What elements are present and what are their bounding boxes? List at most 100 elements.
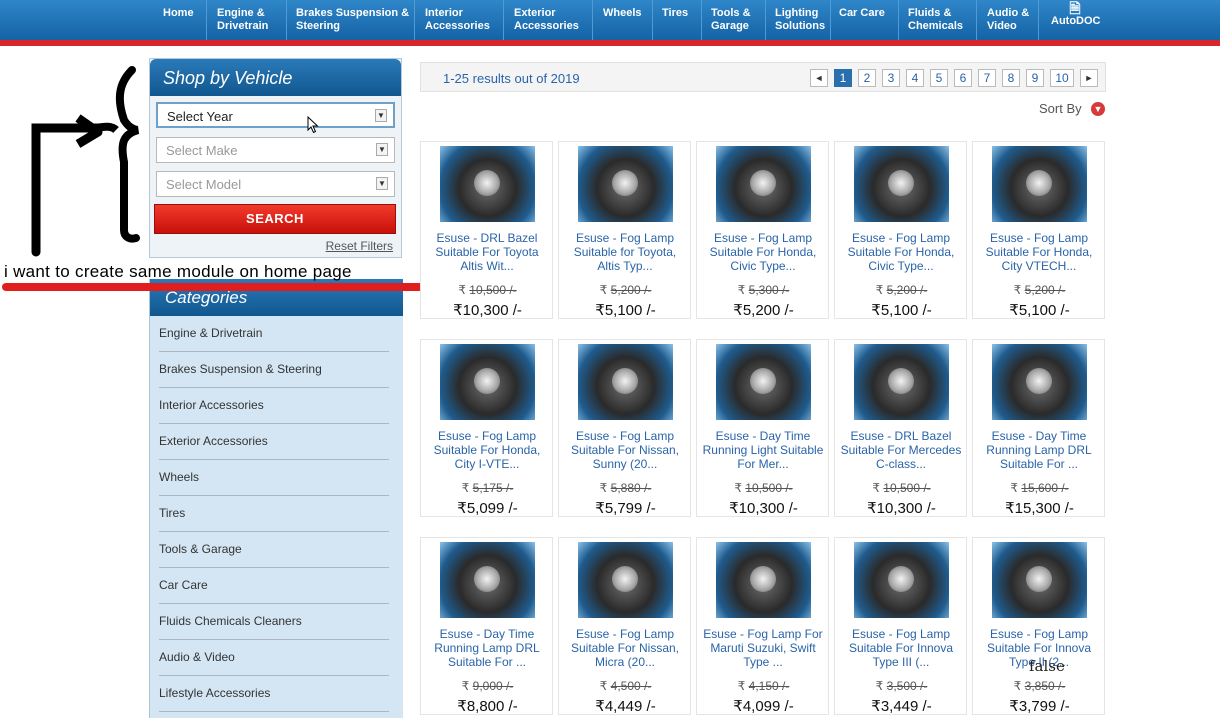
product-image[interactable] xyxy=(854,542,949,618)
product-card[interactable]: Esuse - Fog Lamp Suitable For Honda, Cit… xyxy=(972,141,1105,319)
nav-wheels[interactable]: Wheels xyxy=(595,0,653,40)
category-item[interactable]: Fluids Chemicals Cleaners xyxy=(159,604,389,640)
product-name[interactable]: Esuse - Fog Lamp Suitable For Honda, Cit… xyxy=(425,429,549,471)
product-name[interactable]: Esuse - Day Time Running Lamp DRL Suitab… xyxy=(425,627,549,669)
product-name[interactable]: Esuse - Fog Lamp Suitable For Innova Typ… xyxy=(839,627,963,669)
page-5[interactable]: 5 xyxy=(930,69,948,87)
product-image[interactable] xyxy=(440,542,535,618)
nav-tools[interactable]: Tools & Garage xyxy=(703,0,766,40)
nav-brakes[interactable]: Brakes Suspension & Steering xyxy=(288,0,415,40)
nav-lighting[interactable]: Lighting Solutions xyxy=(767,0,831,40)
page-6[interactable]: 6 xyxy=(954,69,972,87)
category-item[interactable]: Exterior Accessories xyxy=(159,424,389,460)
product-image[interactable] xyxy=(716,344,811,420)
product-name[interactable]: Esuse - Fog Lamp Suitable For Nissan, Su… xyxy=(563,429,687,471)
category-item[interactable]: Car Care xyxy=(159,568,389,604)
product-name[interactable]: Esuse - Fog Lamp For Maruti Suzuki, Swif… xyxy=(701,627,825,669)
product-image[interactable] xyxy=(854,344,949,420)
product-name[interactable]: Esuse - Day Time Running Light Suitable … xyxy=(701,429,825,471)
category-item[interactable]: Tools & Garage xyxy=(159,532,389,568)
category-item[interactable]: Engine & Drivetrain xyxy=(159,316,389,352)
next-page-button[interactable]: ► xyxy=(1080,69,1098,87)
sort-by-label[interactable]: Sort By xyxy=(1039,101,1082,116)
category-item[interactable]: Audio & Video xyxy=(159,640,389,676)
product-new-price: ₹10,300 /- xyxy=(697,499,830,517)
page-10[interactable]: 10 xyxy=(1050,69,1074,87)
chevron-down-icon: ▼ xyxy=(376,143,388,156)
product-image[interactable] xyxy=(992,542,1087,618)
product-card[interactable]: Esuse - Fog Lamp Suitable For Nissan, Su… xyxy=(558,339,691,517)
product-card[interactable]: Esuse - Fog Lamp Suitable For Innova Typ… xyxy=(834,537,967,715)
category-item[interactable]: Wheels xyxy=(159,460,389,496)
product-image[interactable] xyxy=(578,146,673,222)
product-card[interactable]: Esuse - DRL Bazel Suitable For Toyota Al… xyxy=(420,141,553,319)
product-name[interactable]: Esuse - DRL Bazel Suitable For Toyota Al… xyxy=(425,231,549,273)
product-card[interactable]: Esuse - Fog Lamp Suitable for Toyota, Al… xyxy=(558,141,691,319)
rupee-icon: ₹ xyxy=(599,679,608,693)
product-card[interactable]: Esuse - Fog Lamp Suitable For Honda, Civ… xyxy=(696,141,829,319)
page-3[interactable]: 3 xyxy=(882,69,900,87)
product-image[interactable] xyxy=(440,344,535,420)
category-item[interactable]: Brakes Suspension & Steering xyxy=(159,352,389,388)
reset-filters-link[interactable]: Reset Filters xyxy=(326,239,393,253)
rupee-icon: ₹ xyxy=(461,679,470,693)
nav-interior[interactable]: Interior Accessories xyxy=(417,0,504,40)
product-card[interactable]: Esuse - Fog Lamp Suitable For Innova Typ… xyxy=(972,537,1105,715)
category-item[interactable]: Lifestyle Accessories xyxy=(159,676,389,712)
category-item[interactable]: Interior Accessories xyxy=(159,388,389,424)
product-image[interactable] xyxy=(716,146,811,222)
page-8[interactable]: 8 xyxy=(1002,69,1020,87)
product-name[interactable]: Esuse - Fog Lamp Suitable For Honda, Civ… xyxy=(839,231,963,273)
new-price-amount: 4,099 /- xyxy=(742,698,794,715)
nav-audio[interactable]: Audio & Video xyxy=(979,0,1039,40)
old-price-amount: 10,500 /- xyxy=(883,481,931,495)
product-card[interactable]: Esuse - Day Time Running Lamp DRL Suitab… xyxy=(972,339,1105,517)
product-name[interactable]: Esuse - DRL Bazel Suitable For Mercedes … xyxy=(839,429,963,471)
product-name[interactable]: Esuse - Fog Lamp Suitable For Honda, Civ… xyxy=(701,231,825,273)
product-card[interactable]: Esuse - DRL Bazel Suitable For Mercedes … xyxy=(834,339,967,517)
product-card[interactable]: Esuse - Fog Lamp Suitable For Nissan, Mi… xyxy=(558,537,691,715)
page-7[interactable]: 7 xyxy=(978,69,996,87)
page-9[interactable]: 9 xyxy=(1026,69,1044,87)
page-1[interactable]: 1 xyxy=(834,69,852,87)
product-image[interactable] xyxy=(992,344,1087,420)
old-price-amount: 15,600 /- xyxy=(1021,481,1069,495)
product-name[interactable]: Esuse - Fog Lamp Suitable For Nissan, Mi… xyxy=(563,627,687,669)
prev-page-button[interactable]: ◄ xyxy=(810,69,828,87)
nav-fluids[interactable]: Fluids & Chemicals xyxy=(900,0,977,40)
make-select[interactable]: Select Make ▼ xyxy=(156,137,395,163)
product-image[interactable] xyxy=(716,542,811,618)
product-name[interactable]: Esuse - Fog Lamp Suitable for Toyota, Al… xyxy=(563,231,687,273)
rupee-icon: ₹ xyxy=(599,481,608,495)
page-2[interactable]: 2 xyxy=(858,69,876,87)
search-button[interactable]: SEARCH xyxy=(154,204,396,234)
year-select[interactable]: Select Year ▼ xyxy=(156,102,395,128)
model-select[interactable]: Select Model ▼ xyxy=(156,171,395,197)
nav-exterior[interactable]: Exterior Accessories xyxy=(506,0,593,40)
page-4[interactable]: 4 xyxy=(906,69,924,87)
product-card[interactable]: Esuse - Fog Lamp Suitable For Honda, Cit… xyxy=(420,339,553,517)
product-card[interactable]: Esuse - Day Time Running Lamp DRL Suitab… xyxy=(420,537,553,715)
product-card[interactable]: Esuse - Fog Lamp Suitable For Honda, Civ… xyxy=(834,141,967,319)
product-image[interactable] xyxy=(578,542,673,618)
product-old-price: ₹ 10,500 /- xyxy=(421,283,554,297)
product-name[interactable]: Esuse - Fog Lamp Suitable For Honda, Cit… xyxy=(977,231,1101,273)
product-card[interactable]: Esuse - Day Time Running Light Suitable … xyxy=(696,339,829,517)
rupee-icon: ₹ xyxy=(457,500,467,517)
nav-tires[interactable]: Tires xyxy=(654,0,702,40)
product-image[interactable] xyxy=(992,146,1087,222)
product-name[interactable]: Esuse - Day Time Running Lamp DRL Suitab… xyxy=(977,429,1101,471)
product-image[interactable] xyxy=(440,146,535,222)
nav-autodoc[interactable]: 🗎 AutoDOC xyxy=(1043,0,1113,40)
product-image[interactable] xyxy=(578,344,673,420)
product-card[interactable]: Esuse - Fog Lamp For Maruti Suzuki, Swif… xyxy=(696,537,829,715)
nav-home[interactable]: Home xyxy=(155,0,207,40)
nav-carcare[interactable]: Car Care xyxy=(831,0,899,40)
product-image[interactable] xyxy=(854,146,949,222)
product-old-price: ₹ 4,150 /- xyxy=(697,679,830,693)
nav-label: Wheels xyxy=(603,7,642,19)
category-item[interactable]: Tires xyxy=(159,496,389,532)
sort-dropdown-icon[interactable]: ▼ xyxy=(1091,102,1105,116)
mouse-cursor-icon xyxy=(307,116,319,134)
nav-engine[interactable]: Engine & Drivetrain xyxy=(209,0,287,40)
